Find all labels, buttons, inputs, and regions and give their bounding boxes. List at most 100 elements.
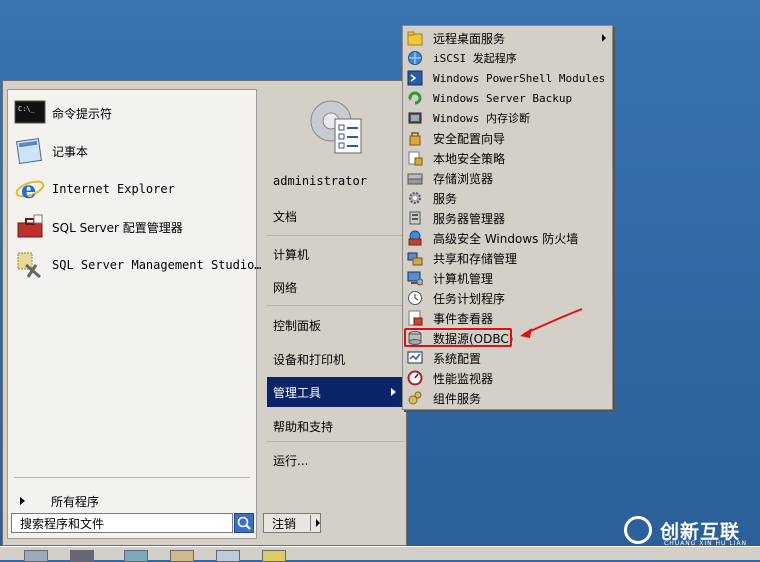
places-item-control-panel[interactable]: 控制面板 <box>267 310 404 340</box>
taskbar-server-icon[interactable] <box>70 550 94 562</box>
submenu-item-component-services[interactable]: 组件服务 <box>405 388 610 408</box>
user-name-label: administrator <box>273 174 367 188</box>
submenu-item-performance-monitor[interactable]: 性能监视器 <box>405 368 610 388</box>
cmd-prompt-icon: C:\_ <box>14 99 46 127</box>
pinned-app-notepad[interactable]: 记事本 <box>14 134 250 168</box>
taskbar-explorer-icon[interactable] <box>170 550 194 562</box>
services-gear-icon <box>407 190 423 206</box>
chevron-right-icon <box>602 34 606 42</box>
event-viewer-icon <box>407 310 423 326</box>
task-scheduler-clock-icon <box>407 290 423 306</box>
submenu-item-local-security[interactable]: 本地安全策略 <box>405 148 610 168</box>
divider <box>14 477 250 478</box>
submenu-item-label: iSCSI 发起程序 <box>433 52 517 65</box>
svg-text:C:\_: C:\_ <box>18 105 36 113</box>
taskbar-folder-icon[interactable] <box>262 550 286 562</box>
submenu-item-task-scheduler[interactable]: 任务计划程序 <box>405 288 610 308</box>
start-menu-programs-pane: C:\_ 命令提示符 记事本 e Internet Explorer SQL S… <box>7 89 262 539</box>
logo-circle-icon <box>624 516 652 544</box>
admin-tools-submenu: 远程桌面服务 iSCSI 发起程序 Windows PowerShell Mod… <box>402 25 613 410</box>
submenu-item-share-storage[interactable]: 共享和存储管理 <box>405 248 610 268</box>
places-item-devices-printers[interactable]: 设备和打印机 <box>267 344 404 374</box>
start-menu: C:\_ 命令提示符 记事本 e Internet Explorer SQL S… <box>2 80 407 546</box>
submenu-item-powershell[interactable]: Windows PowerShell Modules <box>405 68 610 88</box>
submenu-item-label: Windows Server Backup <box>433 91 573 105</box>
submenu-item-label: Windows PowerShell Modules <box>433 71 606 85</box>
annotation-arrow-icon <box>520 308 583 338</box>
search-input[interactable]: 搜索程序和文件 <box>11 513 233 533</box>
svg-text:e: e <box>21 175 36 203</box>
places-item-label: 管理工具 <box>273 385 322 400</box>
places-item-documents[interactable]: 文档 <box>267 201 404 231</box>
submenu-item-security-wizard[interactable]: 安全配置向导 <box>405 128 610 148</box>
submenu-item-memory-diagnostic[interactable]: Windows 内存诊断 <box>405 108 610 128</box>
places-item-run[interactable]: 运行... <box>267 445 404 475</box>
system-config-icon <box>407 350 423 366</box>
places-item-label: 设备和打印机 <box>273 352 346 367</box>
logout-label: 注销 <box>272 516 297 531</box>
submenu-item-label: Windows 内存诊断 <box>433 112 530 125</box>
submenu-item-services[interactable]: 服务 <box>405 188 610 208</box>
pinned-app-ie[interactable]: e Internet Explorer <box>14 172 250 206</box>
submenu-item-label: 安全配置向导 <box>433 131 506 146</box>
submenu-item-label: 本地安全策略 <box>433 151 506 166</box>
submenu-item-storage-explorer[interactable]: 存储浏览器 <box>405 168 610 188</box>
submenu-item-firewall[interactable]: 高级安全 Windows 防火墙 <box>405 228 610 248</box>
search-button[interactable] <box>234 513 254 533</box>
user-name-item[interactable]: administrator <box>267 169 404 193</box>
pinned-app-sql-studio[interactable]: SQL Server Management Studio… <box>14 248 262 282</box>
taskbar-start-icon[interactable] <box>24 550 48 562</box>
pinned-app-sql-config[interactable]: SQL Server 配置管理器 <box>14 210 250 244</box>
computer-management-icon <box>407 270 424 286</box>
memory-diagnostic-icon <box>407 110 423 126</box>
internet-explorer-icon: e <box>14 175 46 204</box>
watermark-logo: 创新互联 CHUANG XIN HU LIAN <box>624 512 758 548</box>
places-item-label: 文档 <box>273 209 298 224</box>
divider <box>310 515 311 531</box>
places-item-admin-tools[interactable]: 管理工具 <box>267 377 404 407</box>
submenu-item-label: 远程桌面服务 <box>433 31 506 46</box>
submenu-item-backup[interactable]: Windows Server Backup <box>405 88 610 108</box>
search-icon <box>237 516 251 530</box>
places-item-network[interactable]: 网络 <box>267 272 404 302</box>
notepad-icon <box>14 137 46 165</box>
divider <box>267 235 404 236</box>
places-item-label: 运行... <box>273 453 309 468</box>
pinned-app-label: Internet Explorer <box>52 182 175 196</box>
places-item-label: 计算机 <box>273 247 310 262</box>
submenu-item-label: 事件查看器 <box>433 311 494 326</box>
submenu-item-server-manager[interactable]: 服务器管理器 <box>405 208 610 228</box>
security-wizard-icon <box>407 130 423 146</box>
folder-icon <box>407 30 423 46</box>
firewall-icon <box>407 230 423 246</box>
taskbar-window-icon[interactable] <box>216 550 240 562</box>
places-item-computer[interactable]: 计算机 <box>267 239 404 269</box>
pinned-app-label: 记事本 <box>52 144 89 159</box>
shutdown-options-arrow-icon[interactable] <box>316 519 320 527</box>
submenu-item-label: 计算机管理 <box>433 271 494 286</box>
server-manager-icon <box>407 210 423 226</box>
pinned-app-label: SQL Server Management Studio… <box>52 258 262 272</box>
divider <box>267 441 404 442</box>
all-programs-button[interactable]: 所有程序 <box>16 490 246 512</box>
taskbar-powershell-icon[interactable] <box>124 550 148 562</box>
submenu-item-label: 存储浏览器 <box>433 171 494 186</box>
iscsi-globe-icon <box>407 50 423 66</box>
logout-button[interactable]: 注销 <box>263 513 321 533</box>
submenu-item-iscsi[interactable]: iSCSI 发起程序 <box>405 48 610 68</box>
annotation-highlight-box <box>404 328 512 347</box>
pinned-app-label: SQL Server 配置管理器 <box>52 220 183 235</box>
chevron-right-icon <box>391 388 396 396</box>
share-storage-icon <box>407 250 423 266</box>
submenu-item-label: 组件服务 <box>433 391 482 406</box>
pinned-app-cmd[interactable]: C:\_ 命令提示符 <box>14 96 250 130</box>
backup-icon <box>407 90 423 106</box>
pinned-app-label: 命令提示符 <box>52 106 113 121</box>
local-security-policy-icon <box>407 150 423 166</box>
submenu-item-label: 性能监视器 <box>433 371 494 386</box>
submenu-item-system-config[interactable]: 系统配置 <box>405 348 610 368</box>
submenu-item-computer-management[interactable]: 计算机管理 <box>405 268 610 288</box>
submenu-item-remote-desktop[interactable]: 远程桌面服务 <box>405 28 610 48</box>
places-item-help[interactable]: 帮助和支持 <box>267 411 404 441</box>
places-item-label: 帮助和支持 <box>273 419 334 434</box>
